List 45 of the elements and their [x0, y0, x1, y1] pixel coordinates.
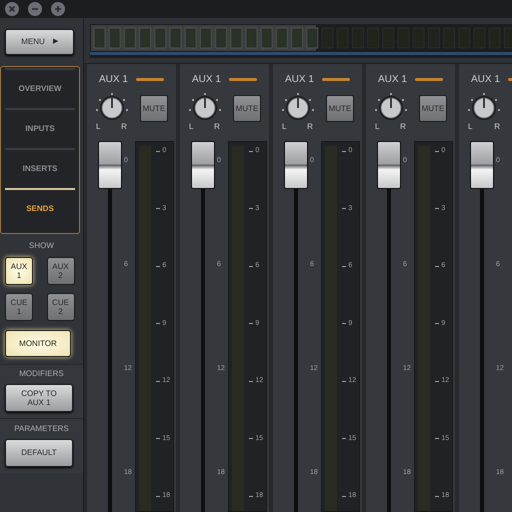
- channel-name: AUX 1: [285, 73, 314, 87]
- fader-handle[interactable]: [470, 141, 494, 189]
- channel-name: AUX 1: [192, 73, 221, 87]
- fader-handle[interactable]: [284, 141, 308, 189]
- channel-name: AUX 1: [99, 73, 128, 87]
- pan-left-label: L: [96, 121, 100, 133]
- pan-left-label: L: [468, 121, 472, 133]
- channel-name: AUX 1: [471, 73, 500, 87]
- pan-right-label: R: [307, 121, 313, 133]
- pan-left-label: L: [282, 121, 286, 133]
- channel-color-bar: [228, 78, 257, 81]
- show-toggle[interactable]: AUX 1: [5, 257, 33, 285]
- close-icon[interactable]: [5, 2, 19, 16]
- pan-right-label: R: [214, 121, 220, 133]
- pan-right-label: R: [494, 121, 500, 133]
- show-toggle[interactable]: CUE 1: [5, 293, 33, 321]
- channel-color-bar: [322, 78, 350, 81]
- show-toggle[interactable]: CUE 2: [46, 293, 74, 321]
- mute-button[interactable]: MUTE: [326, 95, 354, 122]
- nav-tab[interactable]: OVERVIEW: [5, 68, 75, 107]
- mute-button[interactable]: MUTE: [232, 95, 261, 122]
- pan-left-label: L: [189, 121, 194, 133]
- pan-right-label: R: [400, 121, 406, 133]
- section-title: SHOW: [28, 240, 55, 252]
- channel-color-bar: [414, 78, 443, 81]
- fader-handle[interactable]: [98, 141, 122, 189]
- channel-color-bar: [136, 78, 164, 81]
- copy-button[interactable]: COPY TO AUX 1: [5, 384, 73, 412]
- section-title: MODIFIERS: [18, 368, 65, 380]
- default-button[interactable]: DEFAULT: [5, 439, 73, 467]
- nav-tab[interactable]: INPUTS: [5, 108, 75, 147]
- mute-button[interactable]: MUTE: [140, 95, 168, 122]
- nav-tab[interactable]: INSERTS: [5, 148, 75, 187]
- fader-handle[interactable]: [191, 141, 215, 189]
- pan-left-label: L: [375, 121, 380, 133]
- section-title: PARAMETERS: [13, 423, 70, 435]
- fader-handle[interactable]: [377, 141, 401, 189]
- nav-tab[interactable]: SENDS: [5, 188, 75, 227]
- minimize-icon[interactable]: [28, 2, 42, 16]
- monitor-toggle[interactable]: MONITOR: [5, 330, 71, 357]
- channel-name: AUX 1: [378, 73, 407, 87]
- show-toggle[interactable]: AUX 2: [46, 257, 74, 285]
- mute-button[interactable]: MUTE: [418, 95, 447, 122]
- maximize-icon[interactable]: [51, 2, 65, 16]
- pan-right-label: R: [121, 121, 127, 133]
